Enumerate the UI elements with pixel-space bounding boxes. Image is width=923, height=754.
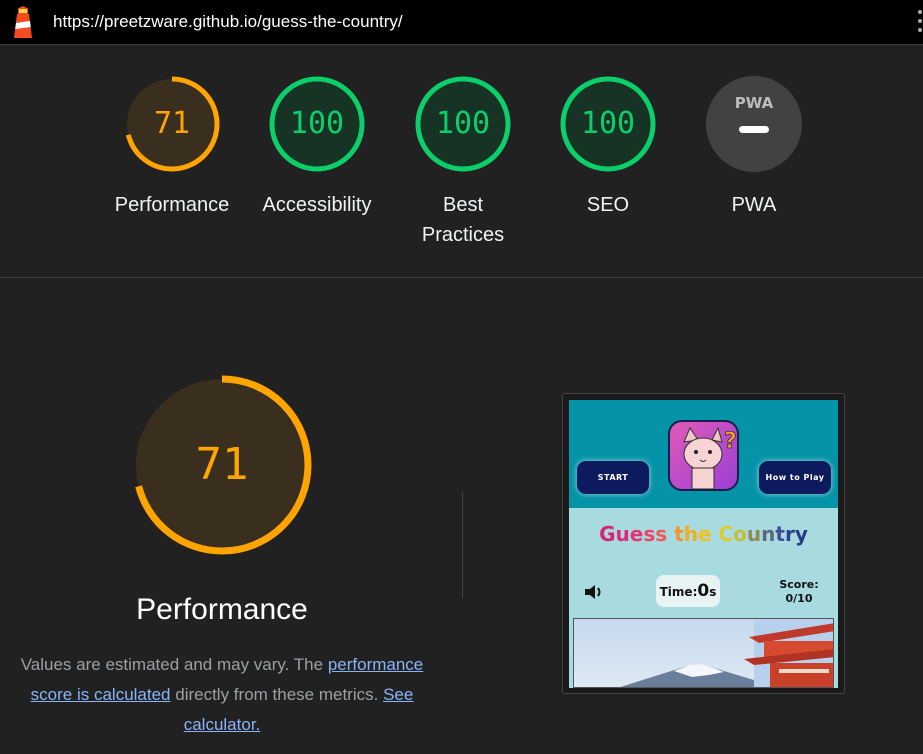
vertical-divider <box>462 492 463 598</box>
title-letter: C <box>718 522 734 546</box>
timer: Time:0s <box>656 575 720 607</box>
performance-description: Values are estimated and may vary. The p… <box>10 650 434 740</box>
gauge-accessibility[interactable]: 100 Accessibility <box>242 74 392 220</box>
title-letter <box>712 522 719 546</box>
title-letter: t <box>775 522 785 546</box>
title-letter: o <box>733 522 747 546</box>
gauge-score: 100 <box>580 106 636 141</box>
desc-text: directly from these metrics. <box>170 685 384 704</box>
start-button: START <box>577 461 649 494</box>
gauge-best-practices[interactable]: 100 Best Practices <box>388 74 538 250</box>
performance-score: 71 <box>195 439 249 490</box>
gauge-label: Best Practices <box>421 194 505 246</box>
performance-title: Performance <box>136 593 308 626</box>
how-to-play-button: How to Play <box>759 461 831 494</box>
gauge-label: Performance <box>114 194 230 216</box>
gauge-label: PWA <box>731 194 777 216</box>
title-letter: e <box>629 522 644 546</box>
gauge-score: 100 <box>435 106 491 141</box>
url-bar: https://preetzware.github.io/guess-the-c… <box>0 0 923 45</box>
pwa-badge-icon: PWA <box>706 76 802 172</box>
title-letter: u <box>615 522 630 546</box>
more-menu-icon[interactable] <box>915 10 923 36</box>
gauge-score: 100 <box>289 106 345 141</box>
country-photo <box>573 618 834 688</box>
section-divider <box>0 277 923 278</box>
title-letter: n <box>761 522 776 546</box>
title-letter: h <box>683 522 698 546</box>
pwa-dash-icon <box>739 126 769 133</box>
page-url: https://preetzware.github.io/guess-the-c… <box>53 12 403 31</box>
timer-unit: s <box>709 585 717 599</box>
lighthouse-icon <box>14 6 32 38</box>
svg-text:?: ? <box>724 429 737 454</box>
title-letter: r <box>784 522 795 546</box>
score-value: 0/10 <box>785 592 813 605</box>
final-screenshot[interactable]: START ? How to Play Guess the Country Ti… <box>569 400 838 688</box>
svg-text:PWA: PWA <box>735 94 774 112</box>
gauge-performance[interactable]: 71 Performance <box>97 74 247 220</box>
gauge-score: 71 <box>153 106 191 141</box>
title-letter: t <box>674 522 684 546</box>
timer-label: Time: <box>659 585 698 599</box>
speaker-icon <box>585 585 601 599</box>
game-title: Guess the Country <box>569 522 838 546</box>
title-letter <box>667 522 674 546</box>
title-letter: y <box>794 522 808 546</box>
score-label: Score: <box>779 578 819 591</box>
gauge-seo[interactable]: 100 SEO <box>533 74 683 220</box>
gauge-label: SEO <box>586 194 630 216</box>
timer-value: 0 <box>697 581 710 601</box>
title-letter: e <box>697 522 712 546</box>
title-letter: s <box>655 522 668 546</box>
title-letter: s <box>643 522 656 546</box>
cat-logo-icon: ? <box>668 420 739 491</box>
desc-text: Values are estimated and may vary. The <box>20 655 328 674</box>
score: Score: 0/10 <box>769 578 829 606</box>
title-letter: G <box>599 522 616 546</box>
gauge-pwa[interactable]: PWA PWA <box>679 74 829 220</box>
title-letter: u <box>746 522 762 546</box>
gauge-label: Accessibility <box>262 194 372 216</box>
